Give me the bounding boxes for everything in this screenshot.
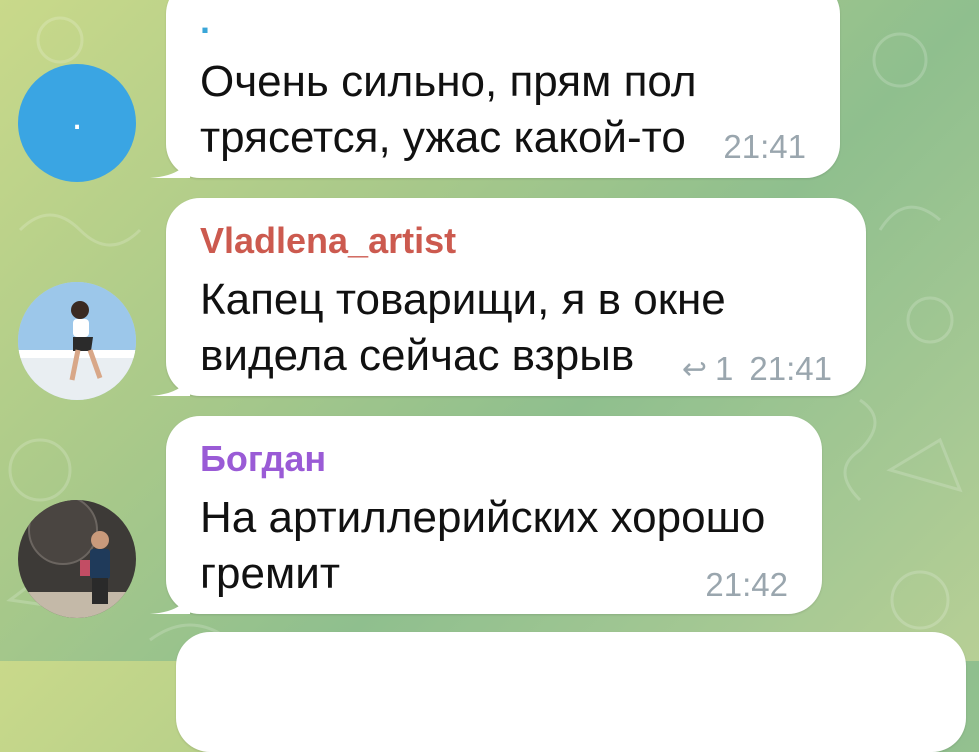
message-time: 21:41	[723, 128, 806, 165]
sender-name[interactable]: .	[200, 0, 210, 42]
message-bubble[interactable]: Богдан На артиллерийских хорошо гремит 2…	[150, 416, 822, 614]
message-meta: 21:41	[723, 128, 806, 166]
bubble-tail	[150, 148, 190, 178]
reply-count[interactable]: 1	[715, 350, 733, 388]
message-text: На артиллерийских хорошо гремит	[200, 490, 765, 602]
message-bubble[interactable]: Vladlena_artist Капец товарищи, я в окне…	[150, 198, 866, 396]
message-time: 21:42	[705, 566, 788, 603]
message-line: На артиллерийских хорошо	[200, 493, 766, 542]
message-meta: 21:42	[705, 566, 788, 604]
avatar[interactable]	[18, 500, 136, 618]
avatar-initial: .	[71, 94, 83, 138]
message-text: Очень сильно, прям пол трясется, ужас ка…	[200, 54, 697, 166]
sender-name[interactable]: Богдан	[200, 438, 326, 480]
avatar[interactable]: .	[18, 64, 136, 182]
message-time: 21:41	[749, 350, 832, 387]
bubble-tail	[150, 366, 190, 396]
message-line: Очень сильно, прям пол	[200, 57, 697, 106]
message-line: гремит	[200, 549, 340, 598]
message-line: трясется, ужас какой-то	[200, 113, 686, 162]
avatar[interactable]	[18, 282, 136, 400]
message-line: Капец товарищи, я в окне	[200, 275, 726, 324]
message-bubble[interactable]: . Очень сильно, прям пол трясется, ужас …	[150, 0, 840, 178]
message-bubble[interactable]	[176, 632, 966, 752]
message-line: видела сейчас взрыв	[200, 331, 635, 380]
reply-arrow-icon[interactable]: ↩	[682, 352, 707, 387]
message-text: Капец товарищи, я в окне видела сейчас в…	[200, 272, 726, 384]
message-meta: ↩ 1 21:41	[682, 350, 832, 388]
bubble-tail	[150, 584, 190, 614]
sender-name[interactable]: Vladlena_artist	[200, 220, 456, 262]
avatar-photo	[18, 282, 136, 400]
avatar-photo	[18, 500, 136, 618]
